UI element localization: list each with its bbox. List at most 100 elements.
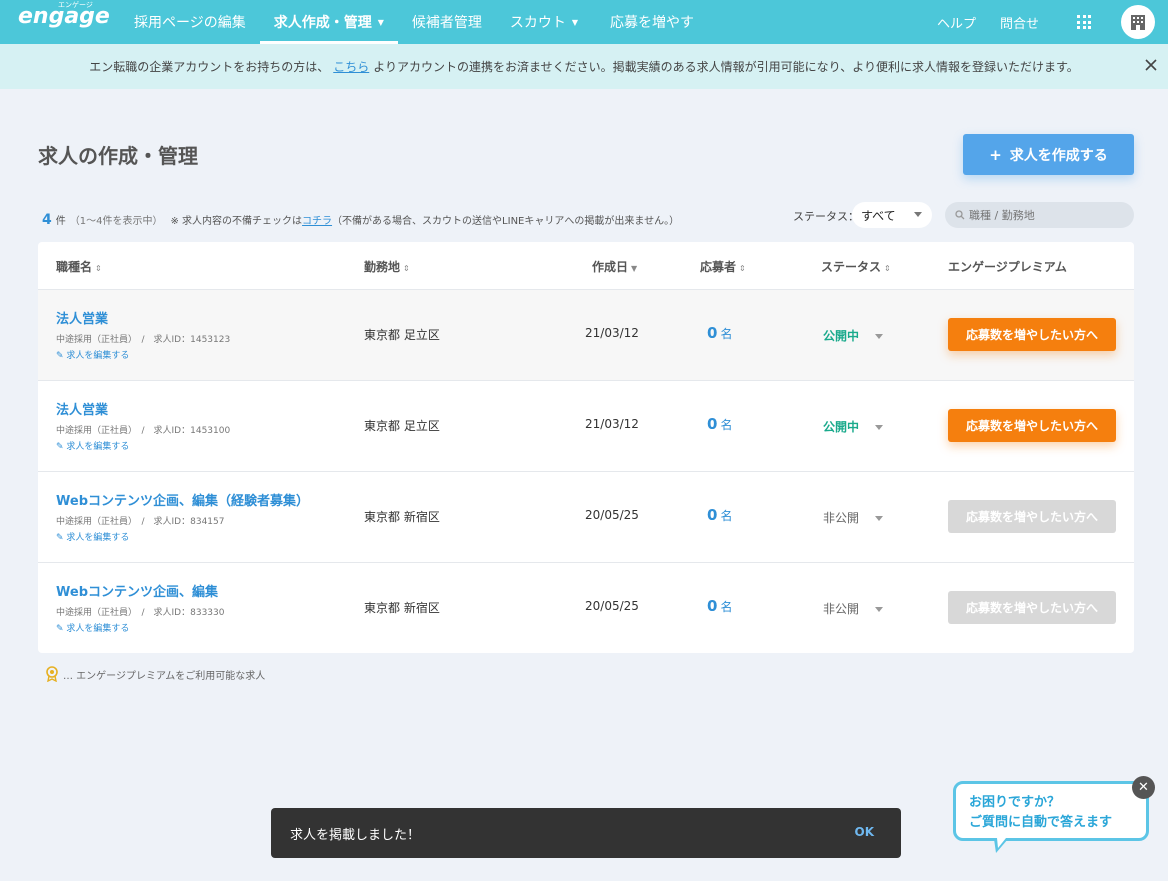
- applicant-unit: 名: [720, 509, 733, 523]
- premium-button: 応募数を増やしたい方へ: [948, 591, 1116, 624]
- job-created-date: 21/03/12: [585, 326, 639, 340]
- dropdown-arrow-icon: [875, 334, 884, 339]
- premium-badge-icon: [46, 666, 58, 682]
- edit-job-link[interactable]: ✎ 求人を編集する: [56, 530, 129, 543]
- status-dropdown[interactable]: 非公開: [823, 509, 884, 526]
- applicant-count[interactable]: 0名: [707, 506, 732, 524]
- count-number: 4: [42, 212, 52, 228]
- plus-icon: +: [989, 145, 1002, 164]
- nav-recruit-page-edit[interactable]: 採用ページの編集: [120, 0, 260, 44]
- check-note-before: ※ 求人内容の不備チェックは: [170, 216, 303, 227]
- applicant-number: 0: [707, 597, 718, 615]
- status-dropdown[interactable]: 公開中: [823, 418, 884, 435]
- dropdown-arrow-icon: [875, 425, 884, 430]
- pencil-icon: ✎: [56, 351, 67, 361]
- dropdown-arrow-icon: [914, 212, 922, 217]
- nav-candidates[interactable]: 候補者管理: [398, 0, 496, 44]
- result-count: 4 件（1〜4件を表示中） ※ 求人内容の不備チェックはコチラ（不備がある場合、スカ…: [42, 212, 679, 228]
- job-created-date: 20/05/25: [585, 599, 639, 613]
- close-icon[interactable]: [1144, 58, 1158, 72]
- premium-legend: … エンゲージプレミアムをご利用可能な求人: [45, 666, 265, 682]
- edit-job-link[interactable]: ✎ 求人を編集する: [56, 348, 129, 361]
- nav-label: 応募を増やす: [610, 15, 695, 31]
- applicant-count[interactable]: 0名: [707, 324, 732, 342]
- status-dropdown[interactable]: 非公開: [823, 600, 884, 617]
- snackbar-ok-button[interactable]: OK: [855, 825, 875, 839]
- notice-text-before: エン転職の企業アカウントをお持ちの方は、: [89, 60, 330, 74]
- applicant-count[interactable]: 0名: [707, 415, 732, 433]
- help-chat-bubble[interactable]: お困りですか？ ご質問に自動で答えます: [953, 781, 1149, 853]
- applicant-number: 0: [707, 415, 718, 433]
- account-link-notice: エン転職の企業アカウントをお持ちの方は、 こちら よりアカウントの連携をお済ませ…: [0, 44, 1168, 89]
- table-row: Webコンテンツ企画、編集（経験者募集） 中途採用（正社員） / 求人ID：83…: [38, 472, 1134, 563]
- snackbar: 求人を掲載しました！ OK: [271, 808, 901, 858]
- applicant-count[interactable]: 0名: [707, 597, 732, 615]
- chevron-down-icon: ▼: [571, 17, 579, 27]
- table-header: 職種名 ⇕ 勤務地 ⇕ 作成日 ▼ 応募者 ⇕ ステータス ⇕ エンゲージプレミアム: [38, 242, 1134, 290]
- help-line-2: ご質問に自動で答えます: [969, 815, 1113, 830]
- status-filter-select[interactable]: すべて: [852, 202, 932, 228]
- building-icon: [1131, 15, 1145, 30]
- nav-scout[interactable]: スカウト ▼: [496, 0, 592, 44]
- header-label: ステータス: [821, 260, 882, 274]
- job-meta: 中途採用（正社員） / 求人ID：834157: [56, 517, 225, 527]
- job-title-link[interactable]: Webコンテンツ企画、編集: [56, 581, 218, 600]
- job-location: 東京都 足立区: [364, 419, 440, 433]
- job-title-link[interactable]: 法人営業: [56, 308, 108, 327]
- header-label: 作成日: [592, 260, 629, 274]
- grid-icon[interactable]: [1077, 15, 1091, 29]
- close-icon[interactable]: ✕: [1132, 776, 1155, 799]
- edit-job-link[interactable]: ✎ 求人を編集する: [56, 439, 129, 452]
- edit-job-link[interactable]: ✎ 求人を編集する: [56, 621, 129, 634]
- header-job[interactable]: 職種名 ⇕: [56, 258, 102, 275]
- status-filter-label: ステータス：: [793, 210, 859, 223]
- job-meta: 中途採用（正社員） / 求人ID：833330: [56, 608, 225, 618]
- sort-icon: ⇕: [95, 264, 102, 273]
- nav-label: 求人作成・管理: [273, 15, 372, 31]
- edit-label: 求人を編集する: [66, 624, 130, 634]
- check-link[interactable]: コチラ: [302, 216, 332, 227]
- nav-label: スカウト: [509, 15, 566, 31]
- company-avatar[interactable]: [1121, 5, 1155, 39]
- nav-increase-applicants[interactable]: 応募を増やす: [592, 0, 708, 44]
- job-title-link[interactable]: 法人営業: [56, 399, 108, 418]
- main-nav: 採用ページの編集 求人作成・管理 ▼ 候補者管理 スカウト ▼ 応募を増やす: [120, 0, 708, 44]
- dropdown-arrow-icon: [875, 516, 884, 521]
- help-line-1: お困りですか？: [969, 795, 1061, 810]
- contact-link[interactable]: 問合せ: [1000, 13, 1039, 32]
- notice-link[interactable]: こちら: [333, 58, 369, 75]
- status-value: 非公開: [823, 511, 860, 525]
- job-table: 職種名 ⇕ 勤務地 ⇕ 作成日 ▼ 応募者 ⇕ ステータス ⇕ エンゲージプレミアム 法人…: [38, 242, 1134, 653]
- header-status[interactable]: ステータス ⇕: [821, 258, 891, 275]
- header-created[interactable]: 作成日 ▼: [592, 258, 637, 275]
- applicant-unit: 名: [720, 418, 733, 432]
- table-row: Webコンテンツ企画、編集 中途採用（正社員） / 求人ID：833330 ✎ …: [38, 563, 1134, 654]
- legend-text: … エンゲージプレミアムをご利用可能な求人: [63, 670, 266, 682]
- status-dropdown[interactable]: 公開中: [823, 327, 884, 344]
- header-applicants[interactable]: 応募者 ⇕: [700, 258, 746, 275]
- count-range: （1〜4件を表示中）: [69, 216, 163, 227]
- edit-label: 求人を編集する: [66, 442, 130, 452]
- create-job-button[interactable]: + 求人を作成する: [963, 134, 1134, 175]
- table-row: 法人営業 中途採用（正社員） / 求人ID：1453123 ✎ 求人を編集する …: [38, 290, 1134, 381]
- engage-logo[interactable]: エンゲージ engage: [18, 1, 110, 29]
- status-filter-value: すべて: [861, 208, 896, 223]
- premium-button[interactable]: 応募数を増やしたい方へ: [948, 409, 1116, 442]
- edit-label: 求人を編集する: [66, 351, 130, 361]
- header-label: 応募者: [700, 260, 737, 274]
- header-location[interactable]: 勤務地 ⇕: [364, 258, 410, 275]
- edit-label: 求人を編集する: [66, 533, 130, 543]
- job-title-link[interactable]: Webコンテンツ企画、編集（経験者募集）: [56, 490, 309, 509]
- search-input[interactable]: [969, 208, 1129, 222]
- header-label: 職種名: [56, 260, 93, 274]
- table-row: 法人営業 中途採用（正社員） / 求人ID：1453100 ✎ 求人を編集する …: [38, 381, 1134, 472]
- status-value: 非公開: [823, 602, 860, 616]
- nav-job-management[interactable]: 求人作成・管理 ▼: [259, 0, 399, 44]
- applicant-number: 0: [707, 506, 718, 524]
- help-link[interactable]: ヘルプ: [937, 13, 976, 32]
- search-icon: [955, 210, 965, 220]
- header-label: 勤務地: [364, 260, 401, 274]
- sort-icon: ⇕: [403, 264, 410, 273]
- premium-button[interactable]: 応募数を増やしたい方へ: [948, 318, 1116, 351]
- dropdown-arrow-icon: [875, 607, 884, 612]
